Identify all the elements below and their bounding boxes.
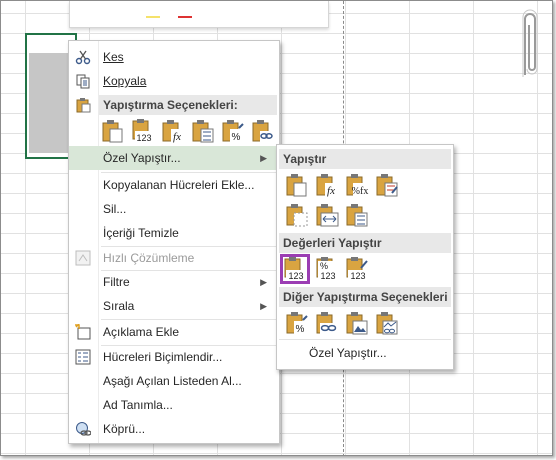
paste-linked-picture-icon[interactable] bbox=[375, 311, 399, 335]
filter-label: Filtre bbox=[103, 275, 130, 289]
menu-item-format-cells[interactable]: Hücreleri Biçimlendir... bbox=[69, 345, 277, 369]
hyperlink-icon bbox=[76, 422, 91, 436]
paste-formulas-icon[interactable]: fx bbox=[315, 173, 339, 197]
menu-item-define-name[interactable]: Ad Tanımla... bbox=[69, 393, 277, 417]
submenu-arrow-icon: ▶ bbox=[260, 153, 267, 163]
menu-item-insert-copied[interactable]: Kopyalanan Hücreleri Ekle... bbox=[69, 173, 277, 197]
menu-item-copy[interactable]: Kopyala bbox=[69, 69, 277, 93]
hyperlink-label: Köprü... bbox=[103, 422, 146, 436]
context-menu: Kes Kopyala Yapıştırma Seçenekleri: 123 … bbox=[68, 40, 280, 444]
sort-label: Sırala bbox=[103, 299, 135, 313]
copied-cells bbox=[29, 53, 73, 153]
paste-all-icon[interactable] bbox=[285, 173, 309, 197]
paperclip-icon bbox=[522, 9, 538, 77]
delete-label: Sil... bbox=[103, 202, 127, 216]
mini-toolbar bbox=[69, 1, 329, 28]
svg-text:%fx: %fx bbox=[352, 186, 369, 197]
paste-link-icon[interactable] bbox=[315, 311, 339, 335]
paste-link-icon[interactable] bbox=[251, 119, 275, 143]
scissors-icon bbox=[75, 50, 91, 65]
submenu-arrow-icon: ▶ bbox=[260, 301, 267, 311]
other-paste-options-header: Diğer Yapıştırma Seçenekleri bbox=[279, 287, 451, 307]
menu-item-sort[interactable]: Sırala ▶ bbox=[69, 294, 277, 318]
add-comment-label: Açıklama Ekle bbox=[103, 325, 180, 339]
highlight-color-swatch[interactable] bbox=[146, 16, 160, 18]
paste-values-header: Değerleri Yapıştır bbox=[279, 233, 451, 253]
paste-special-label: Özel Yapıştır... bbox=[103, 151, 181, 165]
menu-separator bbox=[279, 339, 451, 340]
quick-analysis-label: Hızlı Çözümleme bbox=[103, 251, 195, 265]
svg-text:fx: fx bbox=[173, 131, 181, 143]
paste-special-submenu: Yapıştır fx %fx Değerleri Yapıştır 123 %… bbox=[276, 144, 454, 370]
paste-values-icon[interactable]: 123 bbox=[131, 119, 155, 143]
svg-text:fx: fx bbox=[327, 185, 335, 197]
paste-values-source-format-icon[interactable]: 123 bbox=[345, 257, 369, 281]
quick-analysis-icon bbox=[75, 250, 91, 266]
svg-text:123: 123 bbox=[136, 133, 151, 143]
paste-transpose-icon[interactable] bbox=[345, 203, 369, 227]
menu-item-paste-special[interactable]: Özel Yapıştır... ▶ bbox=[69, 146, 277, 170]
paste-values-number-format-icon[interactable]: % 123 bbox=[315, 257, 339, 281]
format-cells-label: Hücreleri Biçimlendir... bbox=[103, 350, 223, 364]
svg-text:%: % bbox=[296, 324, 305, 335]
pick-from-list-label: Aşağı Açılan Listeden Al... bbox=[103, 374, 242, 388]
paste-formatting-icon[interactable]: % bbox=[221, 119, 245, 143]
paste-icon[interactable] bbox=[101, 119, 125, 143]
menu-item-hyperlink[interactable]: Köprü... bbox=[69, 417, 277, 441]
paste-column-widths-icon[interactable] bbox=[315, 203, 339, 227]
insert-copied-label: Kopyalanan Hücreleri Ekle... bbox=[103, 178, 255, 192]
svg-text:123: 123 bbox=[288, 271, 303, 281]
define-name-label: Ad Tanımla... bbox=[103, 398, 173, 412]
font-color-swatch[interactable] bbox=[178, 16, 192, 18]
paste-no-borders-icon[interactable] bbox=[285, 203, 309, 227]
svg-text:%: % bbox=[232, 132, 241, 143]
clear-contents-label: İçeriği Temizle bbox=[103, 226, 179, 240]
submenu-arrow-icon: ▶ bbox=[260, 277, 267, 287]
menu-item-paste-special-dialog[interactable]: Özel Yapıştır... bbox=[277, 341, 451, 365]
menu-item-quick-analysis: Hızlı Çözümleme bbox=[69, 246, 277, 270]
menu-item-cut[interactable]: Kes bbox=[69, 45, 277, 69]
menu-item-add-comment[interactable]: Açıklama Ekle bbox=[69, 320, 277, 344]
format-cells-icon bbox=[75, 349, 91, 365]
paste-keep-source-format-icon[interactable] bbox=[375, 173, 399, 197]
paste-header: Yapıştır bbox=[279, 149, 451, 169]
svg-text:123: 123 bbox=[350, 271, 365, 281]
menu-item-filter[interactable]: Filtre ▶ bbox=[69, 270, 277, 294]
paste-special-dialog-label: Özel Yapıştır... bbox=[309, 346, 387, 360]
paste-formulas-number-format-icon[interactable]: %fx bbox=[345, 173, 369, 197]
copy-icon bbox=[76, 74, 90, 89]
paste-values-only-icon[interactable]: 123 bbox=[280, 254, 310, 284]
menu-item-pick-from-list[interactable]: Aşağı Açılan Listeden Al... bbox=[69, 369, 277, 393]
cut-label: Kes bbox=[103, 50, 124, 64]
copy-label: Kopyala bbox=[103, 74, 147, 88]
menu-item-clear-contents[interactable]: İçeriği Temizle bbox=[69, 221, 277, 245]
paste-formulas-icon[interactable]: fx bbox=[161, 119, 185, 143]
paste-options-header: Yapıştırma Seçenekleri: bbox=[99, 95, 277, 115]
comment-icon bbox=[75, 324, 91, 340]
paste-transpose-icon[interactable] bbox=[191, 119, 215, 143]
menu-item-delete[interactable]: Sil... bbox=[69, 197, 277, 221]
paste-options-icon bbox=[76, 98, 91, 113]
paste-picture-icon[interactable] bbox=[345, 311, 369, 335]
svg-text:%: % bbox=[320, 261, 328, 271]
paste-formatting-icon[interactable]: % bbox=[285, 311, 309, 335]
svg-text:123: 123 bbox=[320, 271, 335, 281]
